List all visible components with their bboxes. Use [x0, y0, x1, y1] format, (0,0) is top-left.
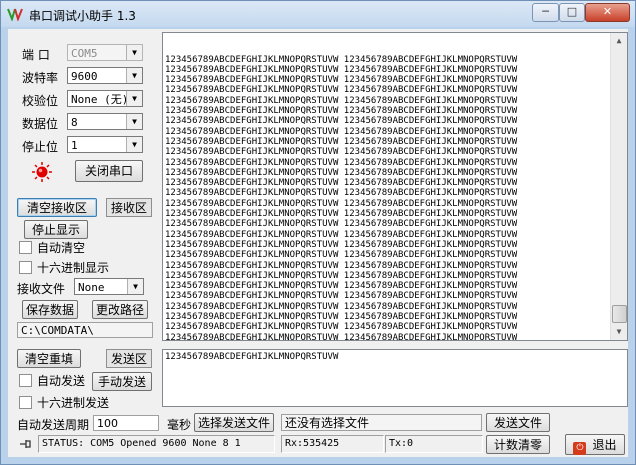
receive-line: 123456789ABCDEFGHIJKLMNOPQRSTUVW 1234567…: [165, 75, 518, 86]
hex-display-label: 十六进制显示: [37, 261, 110, 275]
receive-line: 123456789ABCDEFGHIJKLMNOPQRSTUVW 1234567…: [165, 229, 518, 240]
chevron-down-icon: ▼: [126, 68, 142, 83]
parity-select[interactable]: None (无) ▼: [67, 90, 143, 107]
parity-label: 校验位: [22, 94, 59, 108]
receive-line: 123456789ABCDEFGHIJKLMNOPQRSTUVW 1234567…: [165, 136, 518, 147]
title-bar: 串口调试小助手 1.3 ─ □ ✕: [1, 1, 635, 27]
scrollbar-thumb[interactable]: [612, 305, 627, 323]
main-panel: 端 口 COM5 ▼ 波特率 9600 ▼ 校验位 None (无) ▼ 数据位 8 ▼…: [8, 29, 628, 457]
receive-line: 123456789ABCDEFGHIJKLMNOPQRSTUVW 1234567…: [165, 239, 518, 250]
receive-line: 123456789ABCDEFGHIJKLMNOPQRSTUVW 1234567…: [165, 178, 518, 189]
send-file-status: 还没有选择文件: [281, 414, 482, 431]
baud-label: 波特率: [22, 71, 59, 85]
choose-send-file-button[interactable]: 选择发送文件: [194, 413, 274, 432]
receive-file-label: 接收文件: [17, 282, 66, 296]
receive-line: 123456789ABCDEFGHIJKLMNOPQRSTUVW 1234567…: [165, 95, 518, 106]
receive-file-select[interactable]: None ▼: [74, 278, 144, 295]
receive-line: 123456789ABCDEFGHIJKLMNOPQRSTUVW 1234567…: [165, 260, 518, 271]
tx-counter: Tx:0: [385, 435, 483, 453]
send-period-input[interactable]: 100: [93, 415, 159, 431]
hex-display-checkbox[interactable]: 十六进制显示: [19, 261, 109, 277]
auto-clear-checkbox[interactable]: 自动清空: [19, 241, 85, 257]
manual-send-button[interactable]: 手动发送: [92, 372, 152, 391]
receive-line: 123456789ABCDEFGHIJKLMNOPQRSTUVW 1234567…: [165, 54, 518, 65]
pin-icon: [20, 440, 31, 448]
receive-line: 123456789ABCDEFGHIJKLMNOPQRSTUVW 1234567…: [165, 322, 518, 333]
port-select[interactable]: COM5 ▼: [67, 44, 143, 61]
receive-scrollbar[interactable]: ▲ ▼: [610, 33, 627, 340]
app-window: 串口调试小助手 1.3 ─ □ ✕ 端 口 COM5 ▼ 波特率 9600 ▼ 校验…: [0, 0, 636, 465]
status-led-icon: [32, 162, 52, 182]
send-period-label: 自动发送周期: [17, 418, 90, 432]
save-path-field: C:\COMDATA\: [17, 322, 153, 338]
reset-count-button[interactable]: 计数清零: [486, 435, 550, 454]
app-logo-icon: [7, 8, 23, 21]
receive-line: 123456789ABCDEFGHIJKLMNOPQRSTUVW 1234567…: [165, 106, 518, 117]
receive-area-tab[interactable]: 接收区: [106, 198, 152, 217]
databits-select[interactable]: 8 ▼: [67, 113, 143, 130]
receive-line: 123456789ABCDEFGHIJKLMNOPQRSTUVW 1234567…: [165, 126, 518, 137]
rx-counter: Rx:535425: [281, 435, 384, 453]
receive-line: 123456789ABCDEFGHIJKLMNOPQRSTUVW 1234567…: [165, 198, 518, 209]
stop-display-button[interactable]: 停止显示: [24, 220, 88, 239]
send-area-tab[interactable]: 发送区: [106, 349, 152, 368]
clear-send-button[interactable]: 清空重填: [17, 349, 81, 368]
close-button[interactable]: ✕: [585, 3, 630, 22]
baud-select[interactable]: 9600 ▼: [67, 67, 143, 84]
change-path-button[interactable]: 更改路径: [92, 300, 148, 319]
receive-line: 123456789ABCDEFGHIJKLMNOPQRSTUVW 1234567…: [165, 219, 518, 230]
receive-line: 123456789ABCDEFGHIJKLMNOPQRSTUVW 1234567…: [165, 301, 518, 312]
receive-line: 123456789ABCDEFGHIJKLMNOPQRSTUVW 1234567…: [165, 281, 518, 292]
auto-send-checkbox[interactable]: 自动发送: [19, 374, 85, 390]
auto-clear-label: 自动清空: [37, 241, 86, 255]
databits-label: 数据位: [22, 117, 59, 131]
receive-line: 123456789ABCDEFGHIJKLMNOPQRSTUVW 1234567…: [165, 157, 518, 168]
status-text: STATUS: COM5 Opened 9600 None 8 1: [38, 435, 275, 453]
checkbox-icon: [19, 261, 32, 274]
exit-label: 退出: [592, 438, 617, 452]
chevron-down-icon: ▼: [126, 45, 142, 60]
maximize-button[interactable]: □: [559, 3, 585, 22]
receive-line: 123456789ABCDEFGHIJKLMNOPQRSTUVW 1234567…: [165, 147, 518, 158]
port-label: 端 口: [22, 48, 50, 62]
scroll-up-icon[interactable]: ▲: [611, 33, 627, 49]
save-data-button[interactable]: 保存数据: [22, 300, 78, 319]
receive-line: 123456789ABCDEFGHIJKLMNOPQRSTUVW 1234567…: [165, 64, 518, 75]
receive-line: 123456789ABCDEFGHIJKLMNOPQRSTUVW 1234567…: [165, 312, 518, 323]
exit-icon: ⏻: [573, 442, 587, 455]
receive-textarea[interactable]: 123456789ABCDEFGHIJKLMNOPQRSTUVW 1234567…: [162, 32, 628, 341]
chevron-down-icon: ▼: [126, 114, 142, 129]
receive-line: 123456789ABCDEFGHIJKLMNOPQRSTUVW 1234567…: [165, 209, 518, 220]
receive-line: 123456789ABCDEFGHIJKLMNOPQRSTUVW 1234567…: [165, 167, 518, 178]
window-title: 串口调试小助手 1.3: [29, 9, 136, 23]
period-unit-label: 毫秒: [167, 418, 192, 432]
auto-send-label: 自动发送: [37, 374, 86, 388]
close-port-button[interactable]: 关闭串口: [75, 160, 143, 182]
clear-receive-button[interactable]: 清空接收区: [17, 198, 97, 217]
checkbox-icon: [19, 396, 32, 409]
receive-lines: 123456789ABCDEFGHIJKLMNOPQRSTUVW 1234567…: [163, 54, 627, 341]
chevron-down-icon: ▼: [127, 279, 143, 294]
exit-button[interactable]: ⏻ 退出: [565, 434, 625, 455]
receive-line: 123456789ABCDEFGHIJKLMNOPQRSTUVW 1234567…: [165, 116, 518, 127]
receive-line: 123456789ABCDEFGHIJKLMNOPQRSTUVW 1234567…: [165, 270, 518, 281]
send-textarea[interactable]: 123456789ABCDEFGHIJKLMNOPQRSTUVW: [162, 349, 628, 407]
receive-line: 123456789ABCDEFGHIJKLMNOPQRSTUVW 1234567…: [165, 188, 518, 199]
send-file-button[interactable]: 发送文件: [486, 413, 550, 432]
stopbits-select[interactable]: 1 ▼: [67, 136, 143, 153]
chevron-down-icon: ▼: [126, 91, 142, 106]
checkbox-icon: [19, 374, 32, 387]
stopbits-label: 停止位: [22, 140, 59, 154]
minimize-button[interactable]: ─: [532, 3, 559, 22]
checkbox-icon: [19, 241, 32, 254]
receive-line: 123456789ABCDEFGHIJKLMNOPQRSTUVW 1234567…: [165, 85, 518, 96]
receive-line: 123456789ABCDEFGHIJKLMNOPQRSTUVW 1234567…: [165, 291, 518, 302]
scroll-down-icon[interactable]: ▼: [611, 324, 627, 340]
chevron-down-icon: ▼: [126, 137, 142, 152]
receive-line: 123456789ABCDEFGHIJKLMNOPQRSTUVW 1234567…: [165, 250, 518, 261]
hex-send-checkbox[interactable]: 十六进制发送: [19, 396, 109, 412]
receive-line: 123456789ABCDEFGHIJKLMNOPQRSTUVW 1234567…: [165, 332, 518, 341]
hex-send-label: 十六进制发送: [37, 396, 110, 410]
